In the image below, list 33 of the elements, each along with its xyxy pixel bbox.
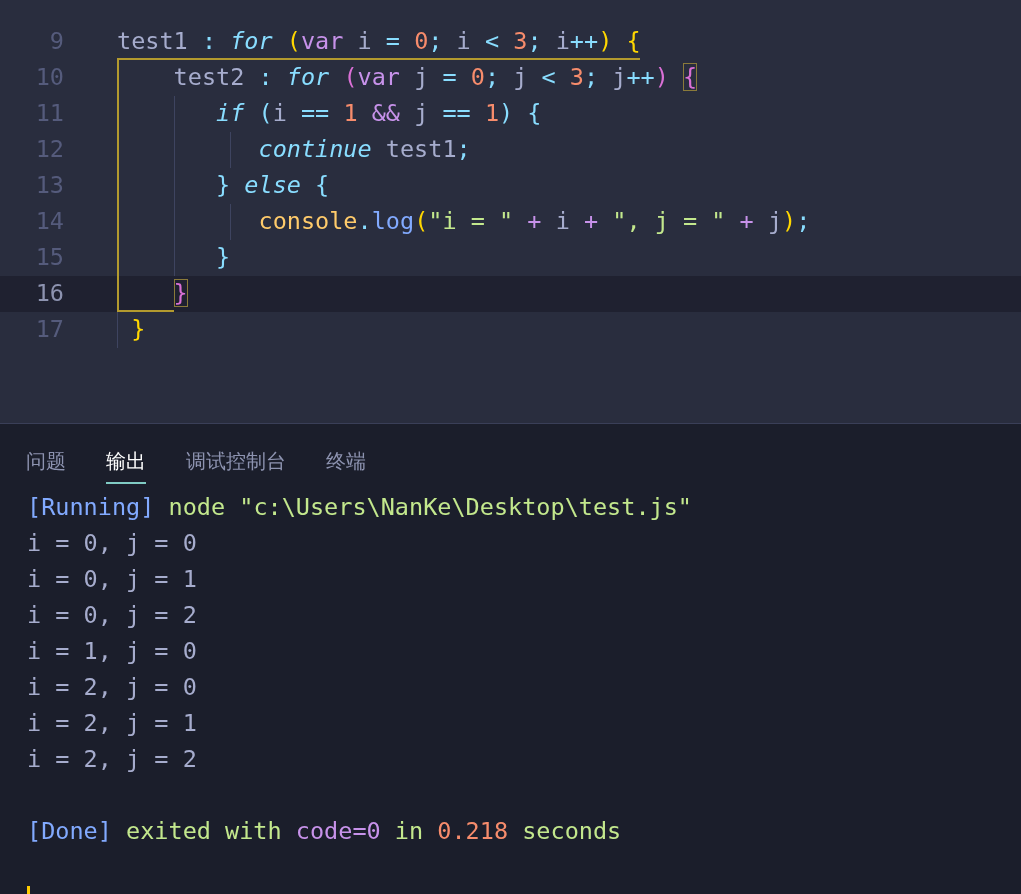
code-line: } (172, 278, 188, 310)
line-number: 14 (34, 206, 64, 238)
output-line: i = 0, j = 0 (27, 528, 197, 560)
code-line: } (130, 314, 146, 346)
text-cursor (27, 886, 30, 894)
line-number: 16 (34, 278, 64, 310)
output-line: [Running] node "c:\Users\NanKe\Desktop\test.js" (27, 492, 692, 524)
code-line: } (215, 242, 231, 274)
code-line: test2 : for (var j = 0; j < 3; j++) { (172, 62, 698, 94)
panel-tab[interactable]: 问题 (26, 446, 66, 484)
output-line: i = 0, j = 2 (27, 600, 197, 632)
code-editor[interactable]: 9 test1 : for (var i = 0; i < 3; i++) { 10 test2 : for (var j = 0; j < 3; j++) { 11 if (i == 1 && j == 1) { 12 continue test1; 13 } else { 14 console.log("i = " + i + ", j = " + j); 15 } 16 } 17 } (0, 0, 1021, 424)
line-number: 9 (48, 26, 64, 58)
output-line: i = 1, j = 0 (27, 636, 197, 668)
line-number: 13 (34, 170, 64, 202)
code-line: continue test1; (257, 134, 471, 166)
code-line: if (i == 1 && j == 1) { (215, 98, 542, 130)
code-line: } else { (215, 170, 330, 202)
code-line: test1 : for (var i = 0; i < 3; i++) { (117, 26, 641, 58)
line-number: 12 (34, 134, 64, 166)
line-number: 10 (34, 62, 64, 94)
output-line: i = 0, j = 1 (27, 564, 197, 596)
output-line: [Done] exited with code=0 in 0.218 seconds (27, 816, 622, 848)
output-line: i = 2, j = 2 (27, 744, 197, 776)
panel-tab[interactable]: 输出 (106, 446, 146, 484)
output-line: i = 2, j = 1 (27, 708, 197, 740)
panel-tab[interactable]: 调试控制台 (186, 446, 286, 484)
output-line: i = 2, j = 0 (27, 672, 197, 704)
line-number: 11 (34, 98, 64, 130)
line-number: 15 (34, 242, 64, 274)
panel-tab[interactable]: 终端 (326, 446, 366, 484)
code-line: console.log("i = " + i + ", j = " + j); (257, 206, 811, 238)
line-number: 17 (34, 314, 64, 346)
